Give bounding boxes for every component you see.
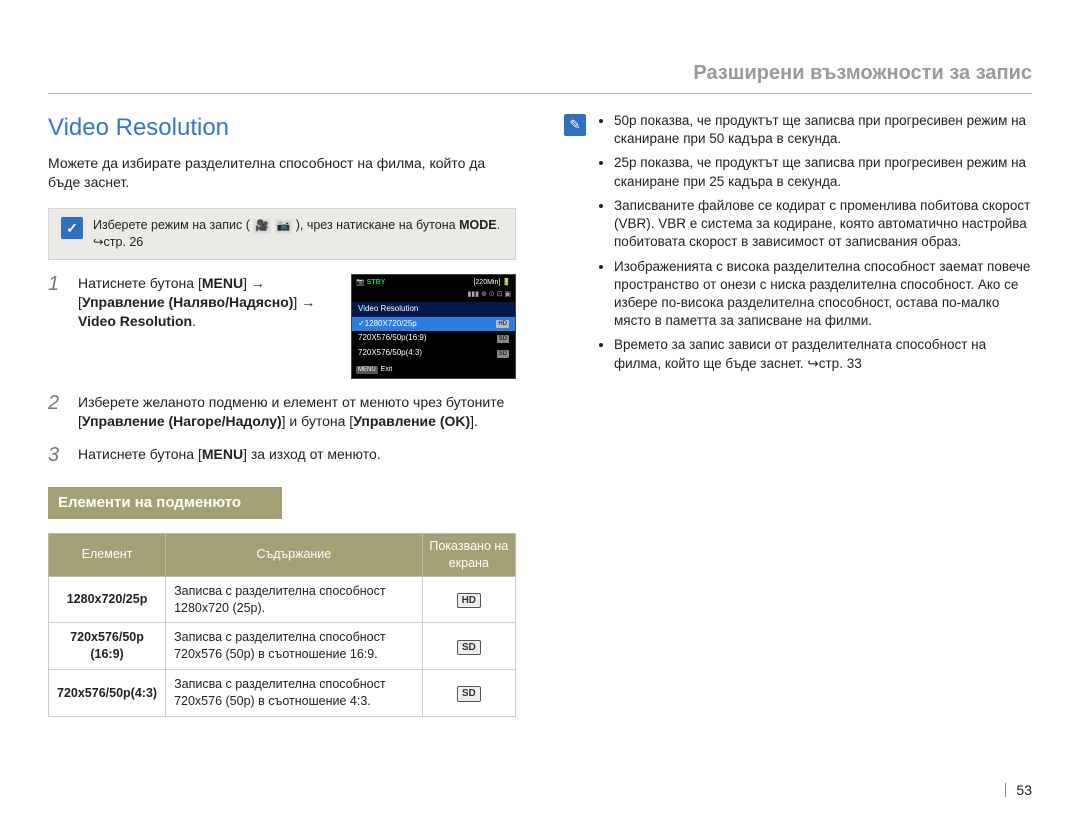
hd-badge: HD	[457, 593, 481, 609]
lcd-row-selected: ✓ 1280X720/25pHD	[352, 317, 515, 332]
running-header: Разширени възможности за запис	[48, 60, 1032, 87]
th-element: Елемент	[49, 533, 166, 576]
table-row: 1280x720/25p Записва с разделителна спос…	[49, 576, 516, 623]
list-item: Записваните файлове се кодират с променл…	[614, 197, 1032, 252]
checkmark-icon: ✓	[61, 217, 83, 239]
table-row: 720x576/50p(4:3) Записва с разделителна …	[49, 670, 516, 717]
intro-paragraph: Можете да избирате разделителна способно…	[48, 154, 516, 192]
list-item: Изображенията с висока разделителна спос…	[614, 258, 1032, 331]
list-item: Времето за запис зависи от разделителнат…	[614, 336, 1032, 372]
step-number-1: 1	[48, 274, 66, 379]
step-number-2: 2	[48, 393, 66, 431]
video-icon: 🎥	[253, 219, 271, 234]
step-number-3: 3	[48, 445, 66, 465]
mode-note-box: ✓ Изберете режим на запис ( 🎥 📷 ), чрез …	[48, 208, 516, 260]
sd-badge: SD	[457, 686, 481, 702]
list-item: 25p показва, че продуктът ще записва при…	[614, 154, 1032, 190]
list-item: 50p показва, че продуктът ще записва при…	[614, 112, 1032, 148]
lcd-menu-title: Video Resolution	[352, 302, 515, 317]
steps-list: 1 Натиснете бутона [MENU] → [Управление …	[48, 274, 516, 465]
step-3-text: Натиснете бутона [MENU] за изход от меню…	[78, 445, 516, 465]
submenu-heading: Елементи на подменюто	[48, 487, 282, 519]
lcd-row: 720X576/50p(4:3)SD	[352, 346, 515, 361]
step-1-text: Натиснете бутона [MENU] → [Управление (Н…	[78, 274, 341, 379]
resolution-table: Елемент Съдържание Показвано на екрана 1…	[48, 533, 516, 717]
header-divider	[48, 93, 1032, 94]
lcd-row: 720X576/50p(16:9)SD	[352, 331, 515, 346]
note-edit-icon: ✎	[564, 114, 586, 136]
lcd-preview: 📷 STBY [220Min] 🔋 ▮▮▮ ⊕ ⊙ ⊡ ▣ Video Reso…	[351, 274, 516, 379]
section-title: Video Resolution	[48, 112, 516, 144]
sd-badge: SD	[457, 640, 481, 656]
notes-bullet-list: 50p показва, че продуктът ще записва при…	[596, 112, 1032, 379]
table-row: 720x576/50p (16:9) Записва с разделителн…	[49, 623, 516, 670]
step-2-text: Изберете желаното подменю и елемент от м…	[78, 393, 516, 431]
lcd-menu-footer: MENUExit	[356, 365, 392, 374]
mode-note-text: Изберете режим на запис ( 🎥 📷 ), чрез на…	[93, 217, 503, 251]
th-onscreen: Показвано на екрана	[422, 533, 515, 576]
page-number: 53	[1005, 783, 1032, 797]
th-content: Съдържание	[166, 533, 423, 576]
photo-icon: 📷	[275, 219, 293, 234]
